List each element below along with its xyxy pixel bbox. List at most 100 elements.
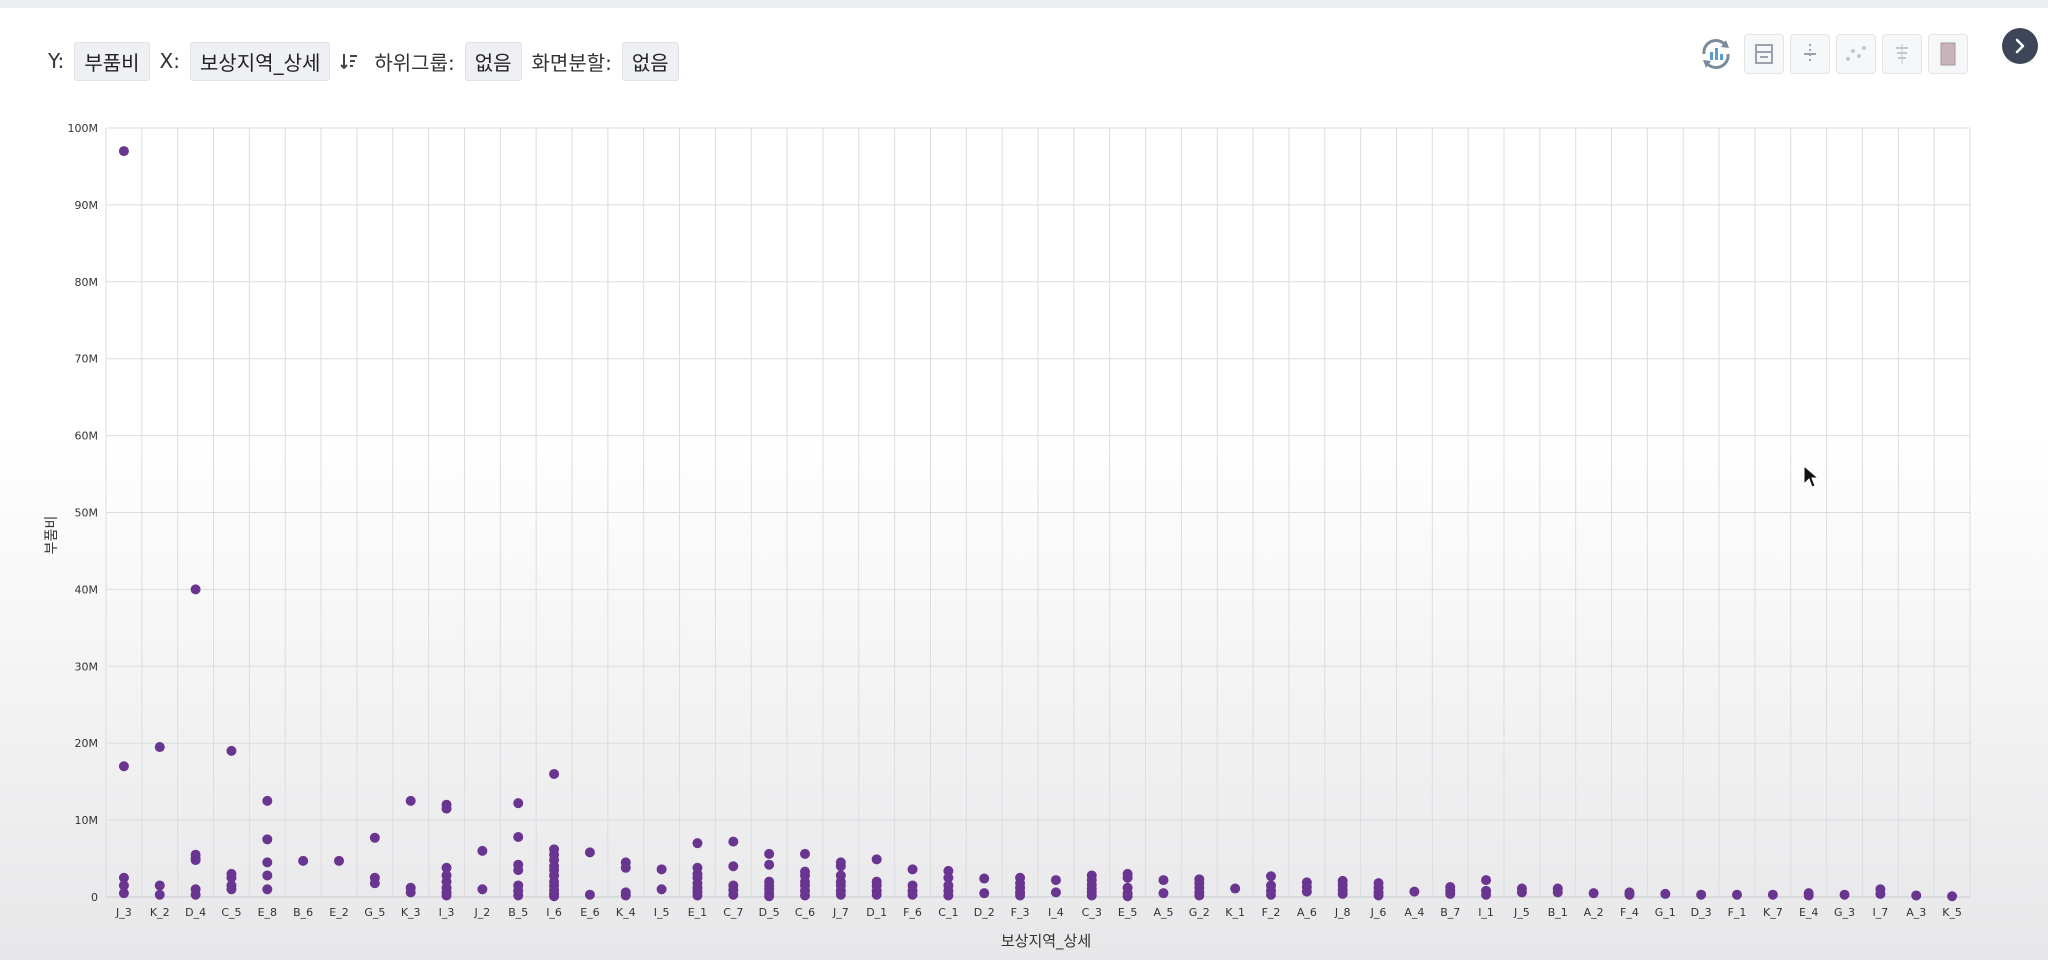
data-point[interactable] — [907, 889, 918, 900]
data-point[interactable] — [1194, 890, 1205, 901]
data-point[interactable] — [441, 890, 452, 901]
data-point[interactable] — [835, 861, 846, 872]
data-point[interactable] — [1337, 888, 1348, 899]
data-point[interactable] — [190, 889, 201, 900]
data-point[interactable] — [477, 845, 488, 856]
y-axis-title: 부품비 — [44, 516, 60, 555]
data-point[interactable] — [979, 888, 990, 899]
data-point[interactable] — [154, 742, 165, 753]
data-point[interactable] — [1803, 890, 1814, 901]
x-tick-label: G_5 — [364, 906, 385, 919]
data-point[interactable] — [405, 795, 416, 806]
data-point[interactable] — [943, 890, 954, 901]
data-point[interactable] — [513, 832, 524, 843]
data-point[interactable] — [620, 890, 631, 901]
data-point[interactable] — [226, 884, 237, 895]
data-point[interactable] — [369, 878, 380, 889]
x-tick-label: A_6 — [1297, 906, 1317, 919]
data-point[interactable] — [907, 864, 918, 875]
data-point[interactable] — [1767, 889, 1778, 900]
data-point[interactable] — [1947, 891, 1958, 902]
data-point[interactable] — [1696, 889, 1707, 900]
data-point[interactable] — [1481, 875, 1492, 886]
data-point[interactable] — [477, 884, 488, 895]
data-point[interactable] — [1373, 890, 1384, 901]
data-point[interactable] — [1301, 886, 1312, 897]
data-point[interactable] — [1911, 890, 1922, 901]
scatter-chart: 0 10M 20M 30M 40M 50M 60M 70M 80M 90M 100M J_3 K_2 D… — [44, 122, 1971, 951]
data-point[interactable] — [764, 848, 775, 859]
data-point[interactable] — [584, 889, 595, 900]
data-point[interactable] — [1050, 887, 1061, 898]
data-point[interactable] — [1624, 889, 1635, 900]
x-tick-label: I_6 — [546, 906, 562, 919]
data-point[interactable] — [513, 865, 524, 876]
data-point[interactable] — [405, 887, 416, 898]
data-point[interactable] — [226, 745, 237, 756]
data-point[interactable] — [1732, 889, 1742, 900]
data-point[interactable] — [118, 888, 129, 899]
data-point[interactable] — [979, 873, 990, 884]
data-point[interactable] — [800, 890, 810, 901]
data-point[interactable] — [1122, 891, 1133, 902]
data-point[interactable] — [154, 889, 165, 900]
x-tick-label: B_6 — [293, 906, 313, 919]
data-point[interactable] — [1122, 872, 1133, 883]
data-point[interactable] — [584, 847, 595, 858]
data-point[interactable] — [1409, 886, 1420, 897]
data-point[interactable] — [1660, 888, 1671, 899]
data-point[interactable] — [728, 889, 739, 900]
data-point[interactable] — [871, 854, 882, 865]
data-point[interactable] — [262, 795, 273, 806]
data-point[interactable] — [1086, 890, 1097, 901]
data-point[interactable] — [656, 864, 667, 875]
data-point[interactable] — [334, 855, 344, 866]
data-point[interactable] — [1050, 875, 1061, 886]
data-point[interactable] — [871, 889, 882, 900]
x-tick-label: K_4 — [616, 906, 636, 919]
data-point[interactable] — [1839, 889, 1850, 900]
data-point[interactable] — [190, 855, 201, 866]
data-point[interactable] — [656, 884, 667, 895]
x-tick-label: D_3 — [1691, 906, 1712, 919]
data-point[interactable] — [154, 880, 165, 891]
data-point[interactable] — [728, 836, 739, 847]
data-point[interactable] — [1015, 890, 1026, 901]
data-point[interactable] — [441, 803, 452, 814]
data-point[interactable] — [1516, 887, 1527, 898]
data-point[interactable] — [369, 832, 380, 843]
data-point[interactable] — [262, 834, 273, 845]
data-point[interactable] — [1158, 875, 1169, 886]
data-point[interactable] — [692, 890, 703, 901]
data-point[interactable] — [118, 761, 129, 772]
data-point[interactable] — [1875, 888, 1886, 899]
y-tick-label: 70M — [75, 353, 99, 366]
data-point[interactable] — [1230, 883, 1241, 894]
data-point[interactable] — [549, 891, 560, 902]
data-point[interactable] — [549, 768, 560, 779]
x-tick-label: C_7 — [723, 906, 743, 919]
data-point[interactable] — [728, 861, 739, 872]
data-point[interactable] — [1445, 888, 1456, 899]
data-point[interactable] — [262, 870, 273, 881]
data-point[interactable] — [620, 862, 631, 873]
data-point[interactable] — [1266, 889, 1276, 900]
data-point[interactable] — [513, 890, 524, 901]
data-point[interactable] — [800, 848, 810, 859]
data-point[interactable] — [190, 584, 201, 595]
data-point[interactable] — [262, 857, 273, 868]
data-point[interactable] — [298, 855, 309, 866]
data-point[interactable] — [1588, 888, 1599, 899]
data-point[interactable] — [764, 891, 775, 902]
data-point[interactable] — [1158, 888, 1169, 899]
data-point[interactable] — [835, 889, 846, 900]
data-point[interactable] — [692, 838, 703, 849]
x-tick-label: J_6 — [1370, 906, 1387, 919]
data-point[interactable] — [1266, 871, 1276, 882]
data-point[interactable] — [513, 798, 524, 809]
data-point[interactable] — [262, 884, 273, 895]
data-point[interactable] — [118, 146, 129, 157]
data-point[interactable] — [1481, 889, 1492, 900]
data-point[interactable] — [764, 859, 775, 870]
data-point[interactable] — [1552, 887, 1563, 898]
